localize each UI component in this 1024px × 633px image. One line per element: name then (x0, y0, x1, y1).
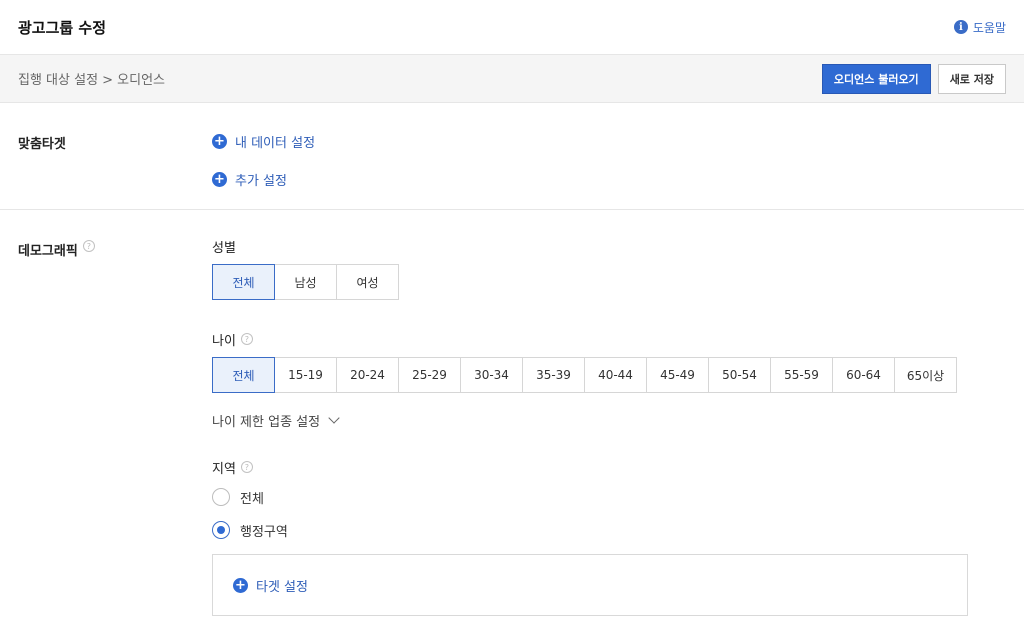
plus-circle-icon: + (233, 577, 248, 593)
gender-title: 성별 (212, 238, 1006, 256)
save-new-button[interactable]: 새로 저장 (937, 63, 1006, 94)
age-option-15-19[interactable]: 15-19 (274, 357, 337, 393)
age-option-25-29[interactable]: 25-29 (398, 357, 461, 393)
age-limit-industry-toggle[interactable]: 나이 제한 업종 설정 (212, 411, 1006, 430)
target-settings-label: 타겟 설정 (256, 579, 308, 595)
my-data-settings-link[interactable]: + 내 데이터 설정 (212, 131, 1006, 151)
my-data-settings-label: 내 데이터 설정 (235, 135, 316, 151)
age-option-45-49[interactable]: 45-49 (646, 357, 709, 393)
region-block: 지역 ? 전체 행정구역 + 타겟 설정 (212, 459, 1006, 616)
question-icon[interactable]: ? (240, 461, 253, 473)
help-link[interactable]: i 도움말 (953, 19, 1006, 36)
region-title: 지역 ? (212, 459, 1006, 477)
page-title: 광고그룹 수정 (18, 18, 107, 37)
load-audience-button[interactable]: 오디언스 불러오기 (821, 63, 931, 94)
gender-option-male[interactable]: 남성 (274, 264, 337, 300)
age-title: 나이 ? (212, 331, 1006, 349)
age-option-35-39[interactable]: 35-39 (522, 357, 585, 393)
gender-segmented-control: 전체 남성 여성 (212, 264, 1006, 300)
info-icon: i (953, 20, 968, 34)
age-limit-label: 나이 제한 업종 설정 (212, 414, 321, 430)
region-option-all[interactable]: 전체 (212, 487, 1006, 507)
age-block: 나이 ? 전체 15-19 20-24 25-29 30-34 35-39 40… (212, 331, 1006, 430)
region-title-text: 지역 (212, 461, 236, 477)
age-option-60-64[interactable]: 60-64 (832, 357, 895, 393)
subheader-bar: 집행 대상 설정 > 오디언스 오디언스 불러오기 새로 저장 (0, 55, 1024, 103)
additional-settings-link[interactable]: + 추가 설정 (212, 169, 1006, 189)
target-settings-link[interactable]: + 타겟 설정 (233, 575, 308, 595)
gender-title-text: 성별 (212, 240, 236, 256)
age-option-20-24[interactable]: 20-24 (336, 357, 399, 393)
breadcrumb: 집행 대상 설정 > 오디언스 (18, 73, 166, 88)
age-option-50-54[interactable]: 50-54 (708, 357, 771, 393)
age-option-all[interactable]: 전체 (212, 357, 275, 393)
question-icon[interactable]: ? (240, 333, 253, 345)
region-option-admin-district-label: 행정구역 (240, 524, 288, 540)
additional-settings-label: 추가 설정 (235, 173, 287, 189)
plus-circle-icon: + (212, 133, 227, 149)
radio-button-checked[interactable] (212, 521, 230, 539)
demographic-label-wrap: 데모그래픽 ? (18, 238, 212, 616)
age-option-55-59[interactable]: 55-59 (770, 357, 833, 393)
age-segmented-control: 전체 15-19 20-24 25-29 30-34 35-39 40-44 4… (212, 357, 1006, 393)
question-icon[interactable]: ? (82, 240, 95, 252)
age-option-30-34[interactable]: 30-34 (460, 357, 523, 393)
region-target-box: + 타겟 설정 (212, 554, 968, 616)
gender-block: 성별 전체 남성 여성 (212, 238, 1006, 331)
radio-button[interactable] (212, 488, 230, 506)
action-buttons: 오디언스 불러오기 새로 저장 (821, 63, 1006, 94)
demographic-label: 데모그래픽 (18, 244, 78, 259)
gender-option-female[interactable]: 여성 (336, 264, 399, 300)
demographic-section: 데모그래픽 ? 성별 전체 남성 여성 나이 ? 전체 15-19 20-24 … (0, 210, 1024, 616)
age-title-text: 나이 (212, 333, 236, 349)
help-label: 도움말 (972, 20, 1006, 35)
custom-target-section: 맞춤타겟 + 내 데이터 설정 + 추가 설정 (0, 103, 1024, 210)
chevron-down-icon (328, 412, 340, 424)
page-header: 광고그룹 수정 i 도움말 (0, 0, 1024, 55)
region-option-admin-district[interactable]: 행정구역 (212, 520, 1006, 540)
plus-circle-icon: + (212, 171, 227, 187)
custom-target-label: 맞춤타겟 (18, 137, 66, 152)
gender-option-all[interactable]: 전체 (212, 264, 275, 300)
age-option-65-plus[interactable]: 65이상 (894, 357, 957, 393)
age-option-40-44[interactable]: 40-44 (584, 357, 647, 393)
region-option-all-label: 전체 (240, 491, 264, 507)
